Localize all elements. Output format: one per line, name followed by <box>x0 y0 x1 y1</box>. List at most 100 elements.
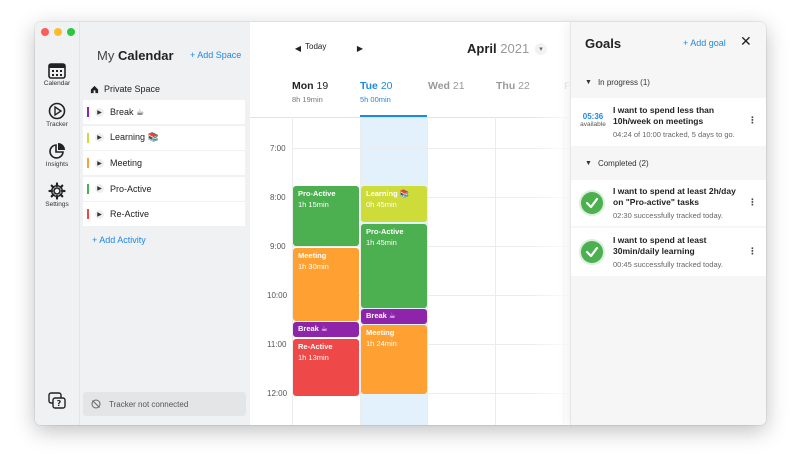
activity-color-bar <box>87 107 89 117</box>
time-label: 12:00 <box>267 389 288 398</box>
activity-item-proactive[interactable]: ▶ Pro-Active <box>83 176 245 201</box>
nav-insights-label: Insights <box>45 161 69 168</box>
event-title: Meeting <box>298 251 327 260</box>
activity-item-meeting[interactable]: ▶ Meeting <box>83 151 245 176</box>
add-space-button[interactable]: + Add Space <box>190 50 241 60</box>
activity-color-bar <box>87 132 89 143</box>
today-button[interactable]: Today <box>305 42 326 51</box>
nav-settings[interactable]: Settings <box>35 182 79 208</box>
more-options-icon[interactable]: ⋮ <box>748 197 757 208</box>
next-week-button[interactable]: ▶ <box>354 42 366 54</box>
column-divider <box>495 117 496 425</box>
activity-item-reactive[interactable]: ▶ Re-Active <box>83 202 245 227</box>
panel-shadow-fade <box>530 22 570 425</box>
prev-week-button[interactable]: ◀ <box>292 42 304 54</box>
play-icon[interactable]: ▶ <box>95 184 104 194</box>
tracker-icon <box>48 102 66 120</box>
tracker-status-text: Tracker not connected <box>109 399 189 409</box>
add-activity-button[interactable]: + Add Activity <box>92 235 146 245</box>
day-header-wed[interactable]: Wed 21 <box>428 80 494 92</box>
event-duration: 0h 45min <box>366 199 397 209</box>
event-title: Learning 📚 <box>366 189 410 198</box>
more-options-icon[interactable]: ⋮ <box>748 246 757 257</box>
event-title: Break ☕ <box>366 311 396 320</box>
hour-line <box>292 246 570 247</box>
gear-icon <box>48 182 66 200</box>
day-total: 8h 19min <box>292 95 323 104</box>
play-icon[interactable]: ▶ <box>95 133 104 143</box>
activity-label: Learning 📚 <box>110 132 159 143</box>
timer-value: 05:36 <box>582 112 604 121</box>
svg-text:?: ? <box>57 399 62 408</box>
month-year-title: April 2021 <box>467 41 529 56</box>
event-block[interactable]: Break ☕ <box>361 309 427 324</box>
activity-list: ▶ Break ☕ ▶ Learning 📚 ▶ Meeting ▶ Pro-Activ… <box>83 100 245 228</box>
hour-line <box>292 148 570 149</box>
space-name: Private Space <box>104 84 161 94</box>
completed-section-toggle[interactable]: ▼ Completed (2) <box>585 159 649 168</box>
goal-timer: 05:36 available <box>577 112 609 128</box>
event-block[interactable]: Re-Active 1h 13min <box>293 339 359 396</box>
goals-title: Goals <box>585 36 622 51</box>
activity-label: Re-Active <box>110 209 150 220</box>
activity-item-learning[interactable]: ▶ Learning 📚 <box>83 125 245 150</box>
close-window-button[interactable] <box>41 28 49 36</box>
minimize-window-button[interactable] <box>54 28 62 36</box>
goal-status: 02:30 successfully tracked today. <box>613 211 723 220</box>
nav-calendar-label: Calendar <box>43 80 71 87</box>
day-number: 22 <box>518 80 530 92</box>
goal-card[interactable]: I want to spend at least 2h/day on "Pro-… <box>571 180 766 226</box>
tracker-status[interactable]: Tracker not connected <box>83 392 246 416</box>
play-icon[interactable]: ▶ <box>95 209 104 219</box>
activity-label: Break ☕ <box>110 106 145 117</box>
event-block[interactable]: Learning 📚 0h 45min <box>361 186 427 222</box>
event-block[interactable]: Meeting 1h 24min <box>361 325 427 394</box>
calendar-icon <box>48 63 66 79</box>
goal-card[interactable]: 05:36 available I want to spend less tha… <box>571 98 766 146</box>
event-duration: 1h 13min <box>298 352 329 362</box>
calendar-view: ◀ Today ▶ April 2021 ▾ Mon 19 8h 19min T… <box>250 22 575 425</box>
in-progress-section-toggle[interactable]: ▼ In progress (1) <box>585 78 650 87</box>
sidebar-title-bold: Calendar <box>117 48 174 63</box>
day-number: 19 <box>316 80 329 92</box>
time-label: 9:00 <box>270 242 286 251</box>
chevron-left-icon: ◀ <box>294 43 302 53</box>
day-name: Tue <box>360 80 378 92</box>
event-duration: 1h 24min <box>366 338 397 348</box>
day-name: Wed <box>428 80 450 92</box>
day-header-tue[interactable]: Tue 20 5h 00min <box>360 80 426 104</box>
add-goal-button[interactable]: + Add goal <box>683 38 726 48</box>
event-duration: 1h 45min <box>366 237 397 247</box>
sidebar-title: My Calendar <box>97 48 174 63</box>
event-block[interactable]: Meeting 1h 30min <box>293 248 359 321</box>
goals-panel: Goals + Add goal ✕ ▼ In progress (1) 05:… <box>570 22 766 425</box>
space-item-private[interactable]: Private Space <box>90 84 160 94</box>
activity-item-break[interactable]: ▶ Break ☕ <box>83 100 245 124</box>
day-name: Mon <box>292 80 314 92</box>
play-icon[interactable]: ▶ <box>95 158 104 168</box>
app-window: Calendar Tracker Insights Settings ? My … <box>35 22 766 425</box>
goal-status: 04:24 of 10:00 tracked, 5 days to go. <box>613 130 735 139</box>
event-title: Re-Active <box>298 342 333 351</box>
close-goals-button[interactable]: ✕ <box>740 33 752 50</box>
year-label: 2021 <box>500 41 530 56</box>
play-icon[interactable]: ▶ <box>95 107 104 117</box>
nav-tracker[interactable]: Tracker <box>35 102 79 128</box>
day-total: 5h 00min <box>360 95 391 104</box>
activity-label: Meeting <box>110 158 143 169</box>
goal-status: 00:45 successfully tracked today. <box>613 260 723 269</box>
checkmark-icon <box>581 192 603 214</box>
pie-chart-icon <box>49 143 65 159</box>
goal-card[interactable]: I want to spend at least 30min/daily lea… <box>571 228 766 276</box>
day-number: 21 <box>452 80 465 92</box>
event-block[interactable]: Break ☕ <box>293 322 359 337</box>
event-block[interactable]: Pro-Active 1h 15min <box>293 186 359 246</box>
tracker-off-icon <box>91 399 101 409</box>
day-header-mon[interactable]: Mon 19 8h 19min <box>292 80 358 104</box>
zoom-window-button[interactable] <box>67 28 75 36</box>
help-chat-button[interactable]: ? <box>35 392 79 410</box>
nav-calendar[interactable]: Calendar <box>35 62 79 87</box>
more-options-icon[interactable]: ⋮ <box>748 115 757 126</box>
nav-insights[interactable]: Insights <box>35 142 79 168</box>
event-block[interactable]: Pro-Active 1h 45min <box>361 224 427 308</box>
